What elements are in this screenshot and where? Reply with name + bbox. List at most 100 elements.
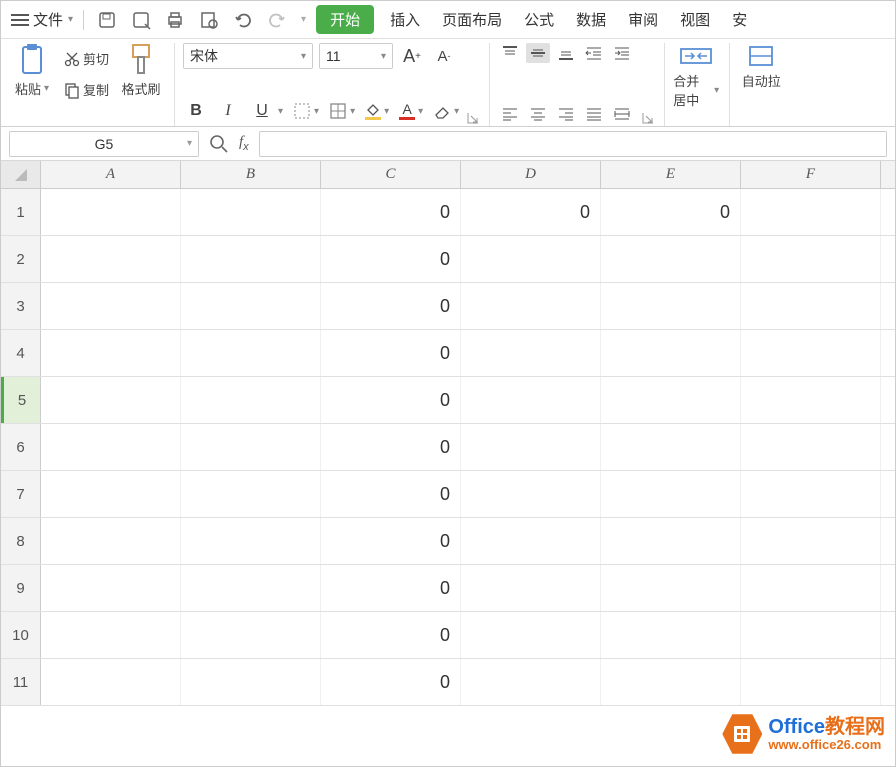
cell[interactable]: 0 bbox=[321, 283, 461, 329]
paste-button[interactable]: 粘贴▾ bbox=[9, 43, 55, 98]
col-header-E[interactable]: E bbox=[601, 161, 741, 188]
cell[interactable] bbox=[741, 612, 881, 658]
tab-view[interactable]: 视图 bbox=[670, 5, 720, 34]
cell[interactable] bbox=[741, 471, 881, 517]
align-bottom-icon[interactable] bbox=[554, 43, 578, 63]
cell[interactable] bbox=[181, 471, 321, 517]
cell[interactable] bbox=[41, 565, 181, 611]
name-box[interactable]: G5 ▾ bbox=[9, 131, 199, 157]
cell[interactable] bbox=[741, 189, 881, 235]
align-right-icon[interactable] bbox=[554, 104, 578, 124]
row-header[interactable]: 3 bbox=[1, 283, 41, 329]
cell[interactable]: 0 bbox=[321, 236, 461, 282]
cell[interactable] bbox=[601, 283, 741, 329]
select-all-corner[interactable] bbox=[1, 161, 41, 188]
cell[interactable] bbox=[461, 424, 601, 470]
tab-review[interactable]: 审阅 bbox=[618, 5, 668, 34]
tab-start[interactable]: 开始 bbox=[316, 5, 374, 34]
undo-icon[interactable] bbox=[232, 9, 254, 31]
decrease-font-icon[interactable]: A- bbox=[431, 43, 457, 69]
tab-insert[interactable]: 插入 bbox=[380, 5, 430, 34]
cell[interactable] bbox=[601, 236, 741, 282]
fill-color-button[interactable]: ▾ bbox=[363, 102, 391, 120]
col-header-D[interactable]: D bbox=[461, 161, 601, 188]
cell[interactable]: 0 bbox=[321, 612, 461, 658]
cell[interactable] bbox=[461, 612, 601, 658]
auto-wrap-button[interactable]: 自动拉 bbox=[738, 43, 784, 90]
row-header[interactable]: 11 bbox=[1, 659, 41, 705]
cell[interactable] bbox=[601, 518, 741, 564]
cell[interactable]: 0 bbox=[321, 659, 461, 705]
row-header[interactable]: 6 bbox=[1, 424, 41, 470]
cell[interactable] bbox=[181, 377, 321, 423]
cell[interactable] bbox=[601, 377, 741, 423]
copy-button[interactable]: 复制 bbox=[61, 78, 112, 101]
align-left-icon[interactable] bbox=[498, 104, 522, 124]
cell[interactable] bbox=[461, 377, 601, 423]
cut-button[interactable]: 剪切 bbox=[61, 47, 112, 70]
qat-dropdown-icon[interactable]: ▾ bbox=[301, 14, 306, 25]
save-icon[interactable] bbox=[96, 9, 118, 31]
row-header[interactable]: 2 bbox=[1, 236, 41, 282]
dialog-launcher-icon[interactable] bbox=[642, 112, 654, 124]
cell[interactable] bbox=[41, 518, 181, 564]
row-header[interactable]: 9 bbox=[1, 565, 41, 611]
cell[interactable] bbox=[181, 330, 321, 376]
tab-security[interactable]: 安 bbox=[722, 5, 757, 34]
cell[interactable] bbox=[181, 236, 321, 282]
col-header-A[interactable]: A bbox=[41, 161, 181, 188]
cell[interactable]: 0 bbox=[321, 518, 461, 564]
cell[interactable] bbox=[461, 471, 601, 517]
tab-formula[interactable]: 公式 bbox=[514, 5, 564, 34]
cell[interactable] bbox=[601, 471, 741, 517]
row-header[interactable]: 5 bbox=[1, 377, 41, 423]
tab-data[interactable]: 数据 bbox=[566, 5, 616, 34]
row-header[interactable]: 10 bbox=[1, 612, 41, 658]
font-color-button[interactable]: A ▾ bbox=[397, 102, 425, 120]
merge-center-button[interactable]: 合并居中▾ bbox=[673, 43, 719, 109]
row-header[interactable]: 1 bbox=[1, 189, 41, 235]
cell[interactable] bbox=[461, 518, 601, 564]
cell[interactable] bbox=[41, 659, 181, 705]
cell[interactable] bbox=[461, 659, 601, 705]
row-header[interactable]: 7 bbox=[1, 471, 41, 517]
cell[interactable] bbox=[461, 565, 601, 611]
cell[interactable] bbox=[41, 236, 181, 282]
cell[interactable] bbox=[741, 330, 881, 376]
cell[interactable] bbox=[461, 330, 601, 376]
col-header-B[interactable]: B bbox=[181, 161, 321, 188]
cell[interactable] bbox=[601, 565, 741, 611]
cell[interactable]: 0 bbox=[321, 565, 461, 611]
font-name-select[interactable]: 宋体 ▾ bbox=[183, 43, 313, 69]
cell[interactable] bbox=[601, 612, 741, 658]
cell[interactable] bbox=[181, 612, 321, 658]
cell[interactable] bbox=[181, 283, 321, 329]
cell[interactable] bbox=[601, 330, 741, 376]
cell[interactable]: 0 bbox=[321, 471, 461, 517]
cell[interactable] bbox=[181, 518, 321, 564]
decrease-indent-icon[interactable] bbox=[582, 43, 606, 63]
fill-style-button[interactable]: ▾ bbox=[327, 102, 357, 120]
print-preview-icon[interactable] bbox=[198, 9, 220, 31]
format-painter-button[interactable]: 格式刷 bbox=[118, 43, 164, 98]
col-header-F[interactable]: F bbox=[741, 161, 881, 188]
cell[interactable] bbox=[181, 659, 321, 705]
file-menu[interactable]: 文件 ▾ bbox=[7, 5, 75, 34]
row-header[interactable]: 8 bbox=[1, 518, 41, 564]
cell[interactable] bbox=[41, 471, 181, 517]
formula-input[interactable] bbox=[259, 131, 887, 157]
row-header[interactable]: 4 bbox=[1, 330, 41, 376]
cell[interactable]: 0 bbox=[461, 189, 601, 235]
cell[interactable]: 0 bbox=[321, 189, 461, 235]
align-top-icon[interactable] bbox=[498, 43, 522, 63]
eraser-button[interactable]: ▾ bbox=[431, 103, 461, 119]
cell[interactable] bbox=[461, 283, 601, 329]
cell[interactable] bbox=[41, 189, 181, 235]
cell[interactable] bbox=[741, 236, 881, 282]
cell[interactable] bbox=[181, 424, 321, 470]
align-middle-icon[interactable] bbox=[526, 43, 550, 63]
cell[interactable]: 0 bbox=[321, 330, 461, 376]
increase-indent-icon[interactable] bbox=[610, 43, 634, 63]
justify-icon[interactable] bbox=[582, 104, 606, 124]
cell[interactable] bbox=[601, 659, 741, 705]
